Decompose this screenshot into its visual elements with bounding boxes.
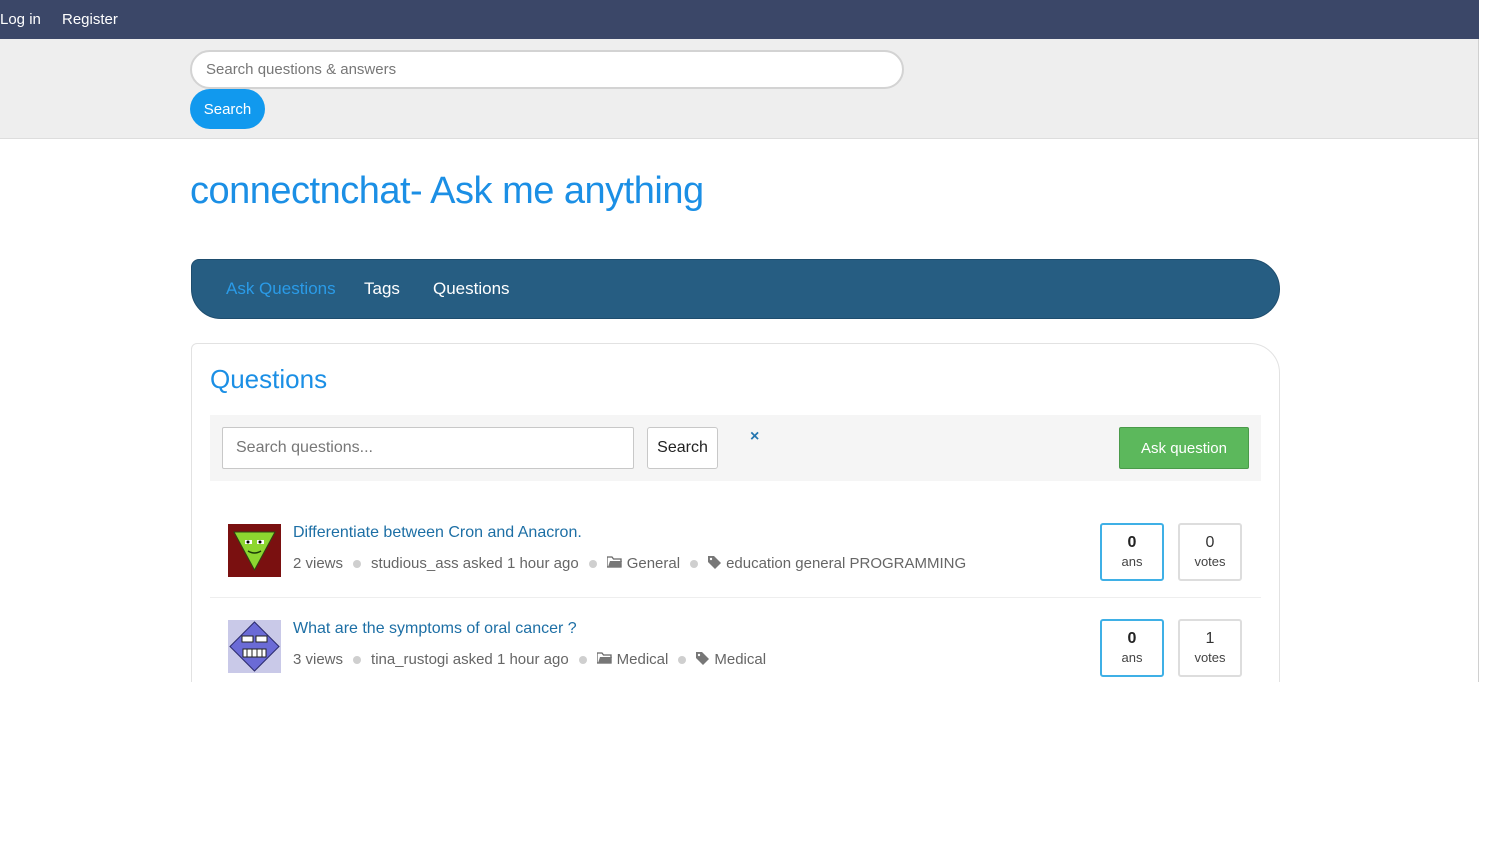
- meta-separator: [353, 559, 362, 568]
- questions-filter-bar: Search × Ask question: [210, 415, 1261, 481]
- question-meta: 3 views tina_rustogi asked 1 hour ago Me…: [293, 651, 766, 668]
- questions-search-input[interactable]: [222, 427, 634, 469]
- question-tags[interactable]: Medical: [714, 651, 766, 668]
- meta-separator: [690, 559, 699, 568]
- nav-questions[interactable]: Questions: [433, 279, 510, 299]
- vote-count: 0: [1205, 534, 1215, 551]
- green-triangle-face-avatar-icon: [228, 524, 281, 577]
- question-row: Differentiate between Cron and Anacron. …: [210, 502, 1261, 598]
- meta-separator: [588, 559, 597, 568]
- top-bar: Log in Register: [0, 0, 1479, 39]
- vote-count-box: 0 votes: [1178, 523, 1242, 581]
- view-count: 3 views: [293, 651, 344, 668]
- question-title-link[interactable]: Differentiate between Cron and Anacron.: [293, 524, 582, 542]
- questions-panel: Questions Search × Ask question Differen…: [191, 343, 1280, 703]
- tag-icon: [696, 651, 710, 668]
- vote-count-box: 1 votes: [1178, 619, 1242, 677]
- question-category[interactable]: Medical: [617, 651, 669, 668]
- vote-count-label: votes: [1194, 650, 1226, 665]
- folder-icon: [606, 556, 622, 571]
- main-navbar: Ask Questions Tags Questions: [191, 259, 1280, 319]
- answer-count-box: 0 ans: [1100, 619, 1164, 677]
- asked-by[interactable]: studious_ass asked 1 hour ago: [371, 555, 579, 572]
- user-avatar[interactable]: [228, 524, 281, 577]
- question-category[interactable]: General: [627, 555, 680, 572]
- answer-count: 0: [1127, 534, 1137, 551]
- site-title[interactable]: connectnchat- Ask me anything: [190, 170, 704, 213]
- asked-by[interactable]: tina_rustogi asked 1 hour ago: [371, 651, 569, 668]
- meta-separator: [678, 655, 687, 664]
- scrollbar-track[interactable]: [1478, 39, 1479, 682]
- login-link[interactable]: Log in: [0, 11, 41, 28]
- answer-count-label: ans: [1121, 554, 1143, 569]
- question-meta: 2 views studious_ass asked 1 hour ago Ge…: [293, 555, 966, 572]
- answer-count-label: ans: [1121, 650, 1143, 665]
- answer-count: 0: [1127, 630, 1137, 647]
- global-search-band: Search: [0, 39, 1479, 139]
- question-row: What are the symptoms of oral cancer ? 3…: [210, 598, 1261, 694]
- meta-separator: [578, 655, 587, 664]
- question-title-link[interactable]: What are the symptoms of oral cancer ?: [293, 620, 577, 638]
- answer-count-box: 0 ans: [1100, 523, 1164, 581]
- questions-search-button[interactable]: Search: [647, 427, 718, 469]
- register-link[interactable]: Register: [62, 11, 118, 28]
- view-count: 2 views: [293, 555, 344, 572]
- folder-icon: [596, 652, 612, 667]
- global-search-button[interactable]: Search: [190, 89, 265, 129]
- questions-heading: Questions: [210, 364, 328, 394]
- tag-icon: [708, 555, 722, 572]
- clear-search-icon[interactable]: ×: [750, 428, 759, 446]
- nav-tags[interactable]: Tags: [364, 279, 400, 299]
- vote-count: 1: [1205, 630, 1215, 647]
- global-search-input[interactable]: [190, 50, 904, 89]
- question-tags[interactable]: education general PROGRAMMING: [726, 555, 966, 572]
- ask-question-button[interactable]: Ask question: [1119, 427, 1249, 469]
- user-avatar[interactable]: [228, 620, 281, 673]
- purple-diamond-face-avatar-icon: [228, 620, 281, 673]
- nav-ask-questions[interactable]: Ask Questions: [226, 279, 336, 299]
- page-bottom-blank: [0, 682, 1500, 843]
- meta-separator: [353, 655, 362, 664]
- vote-count-label: votes: [1194, 554, 1226, 569]
